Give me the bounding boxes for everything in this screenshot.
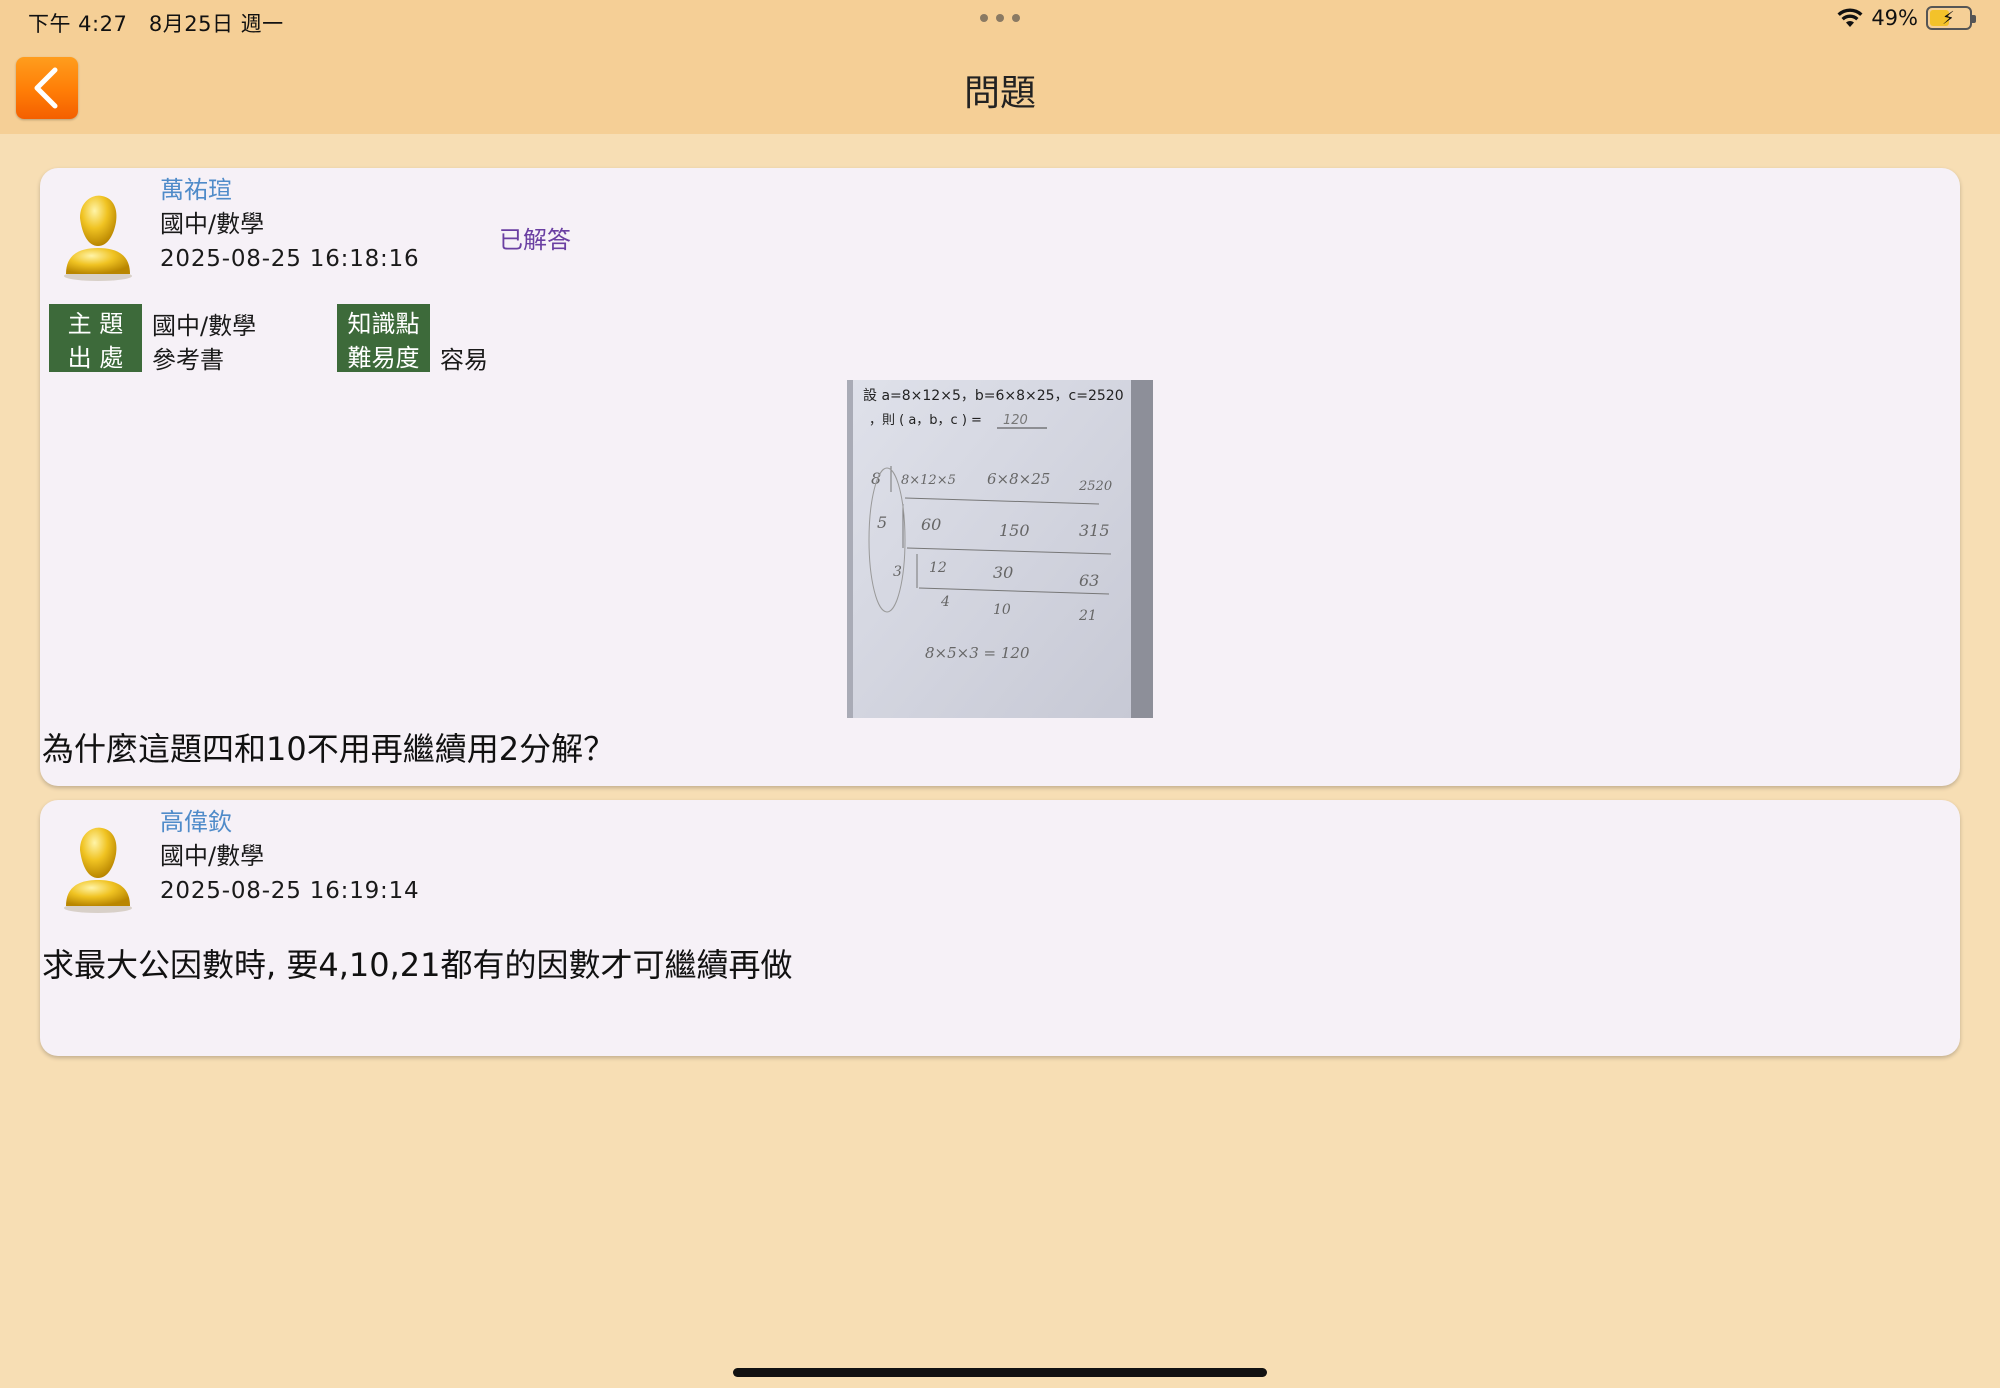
- question-photo[interactable]: 設 a=8×12×5，b=6×8×25，c=2520 ，則 ( a，b，c ) …: [847, 380, 1153, 718]
- photo-row-2-b: 150: [999, 521, 1030, 540]
- photo-row-2-divisor: 5: [877, 513, 887, 532]
- photo-result: 8×5×3 = 120: [925, 644, 1030, 662]
- photo-row-1-divisor: 8: [871, 469, 881, 488]
- post-subject: 國中/數學: [160, 842, 265, 870]
- status-bar-datetime: 下午 4:27 8月25日 週一: [28, 8, 284, 38]
- answer-text: 求最大公因數時, 要4,10,21都有的因數才可繼續再做: [42, 946, 793, 984]
- question-card[interactable]: 萬祐瑄 國中/數學 2025-08-25 16:18:16 已解答 主 題 國中…: [40, 168, 1960, 786]
- photo-row-3-divisor: 3: [893, 564, 902, 580]
- status-date: 8月25日 週一: [148, 12, 284, 36]
- photo-row-3-b: 30: [993, 563, 1013, 582]
- topic-label: 主 題: [49, 304, 142, 338]
- status-bar-indicators: 49% ⚡: [1837, 6, 1976, 30]
- navigation-bar: 下午 4:27 8月25日 週一 49% ⚡ 問題: [0, 0, 2000, 134]
- post-datetime: 2025-08-25 16:18:16: [160, 246, 420, 272]
- author-name[interactable]: 萬祐瑄: [160, 170, 232, 205]
- source-value: 參考書: [152, 346, 224, 374]
- topic-value: 國中/數學: [152, 312, 257, 340]
- question-photo-content: 設 a=8×12×5，b=6×8×25，c=2520 ，則 ( a，b，c ) …: [847, 380, 1153, 718]
- difficulty-value: 容易: [440, 346, 488, 374]
- avatar-icon: [64, 195, 132, 281]
- author-name[interactable]: 高偉欽: [160, 802, 232, 837]
- post-datetime: 2025-08-25 16:19:14: [160, 878, 420, 904]
- photo-row-4-c: 21: [1078, 608, 1097, 624]
- wifi-icon: [1837, 8, 1863, 27]
- knowledge-label: 知識點: [337, 304, 430, 338]
- photo-line-1: 設 a=8×12×5，b=6×8×25，c=2520: [863, 388, 1124, 404]
- battery-icon: ⚡: [1926, 6, 1976, 30]
- photo-row-1-c: 2520: [1078, 479, 1112, 494]
- multitasking-dots-icon[interactable]: [980, 14, 1020, 24]
- photo-row-3-a: 12: [929, 560, 947, 576]
- answer-card[interactable]: 高偉欽 國中/數學 2025-08-25 16:19:14 求最大公因數時, 要…: [40, 800, 1960, 1056]
- photo-row-4-a: 4: [940, 594, 950, 610]
- avatar-icon: [64, 827, 132, 913]
- photo-row-2-a: 60: [921, 515, 941, 534]
- question-text: 為什麼這題四和10不用再繼續用2分解？: [42, 730, 616, 768]
- status-time: 下午 4:27: [28, 12, 128, 36]
- battery-percent: 49%: [1871, 6, 1918, 30]
- photo-row-1-a: 8×12×5: [901, 473, 956, 488]
- page-title: 問題: [963, 73, 1036, 114]
- difficulty-label: 難易度: [337, 338, 430, 372]
- photo-answer: 120: [1003, 413, 1028, 428]
- photo-row-2-c: 315: [1079, 521, 1110, 540]
- source-label: 出 處: [49, 338, 142, 372]
- home-indicator[interactable]: [733, 1368, 1267, 1377]
- photo-row-4-b: 10: [993, 602, 1011, 618]
- photo-row-3-c: 63: [1079, 571, 1099, 590]
- post-subject: 國中/數學: [160, 210, 265, 238]
- answered-status: 已解答: [499, 226, 571, 254]
- photo-line-2: ，則 ( a，b，c ) =: [869, 413, 982, 428]
- photo-row-1-b: 6×8×25: [987, 470, 1050, 488]
